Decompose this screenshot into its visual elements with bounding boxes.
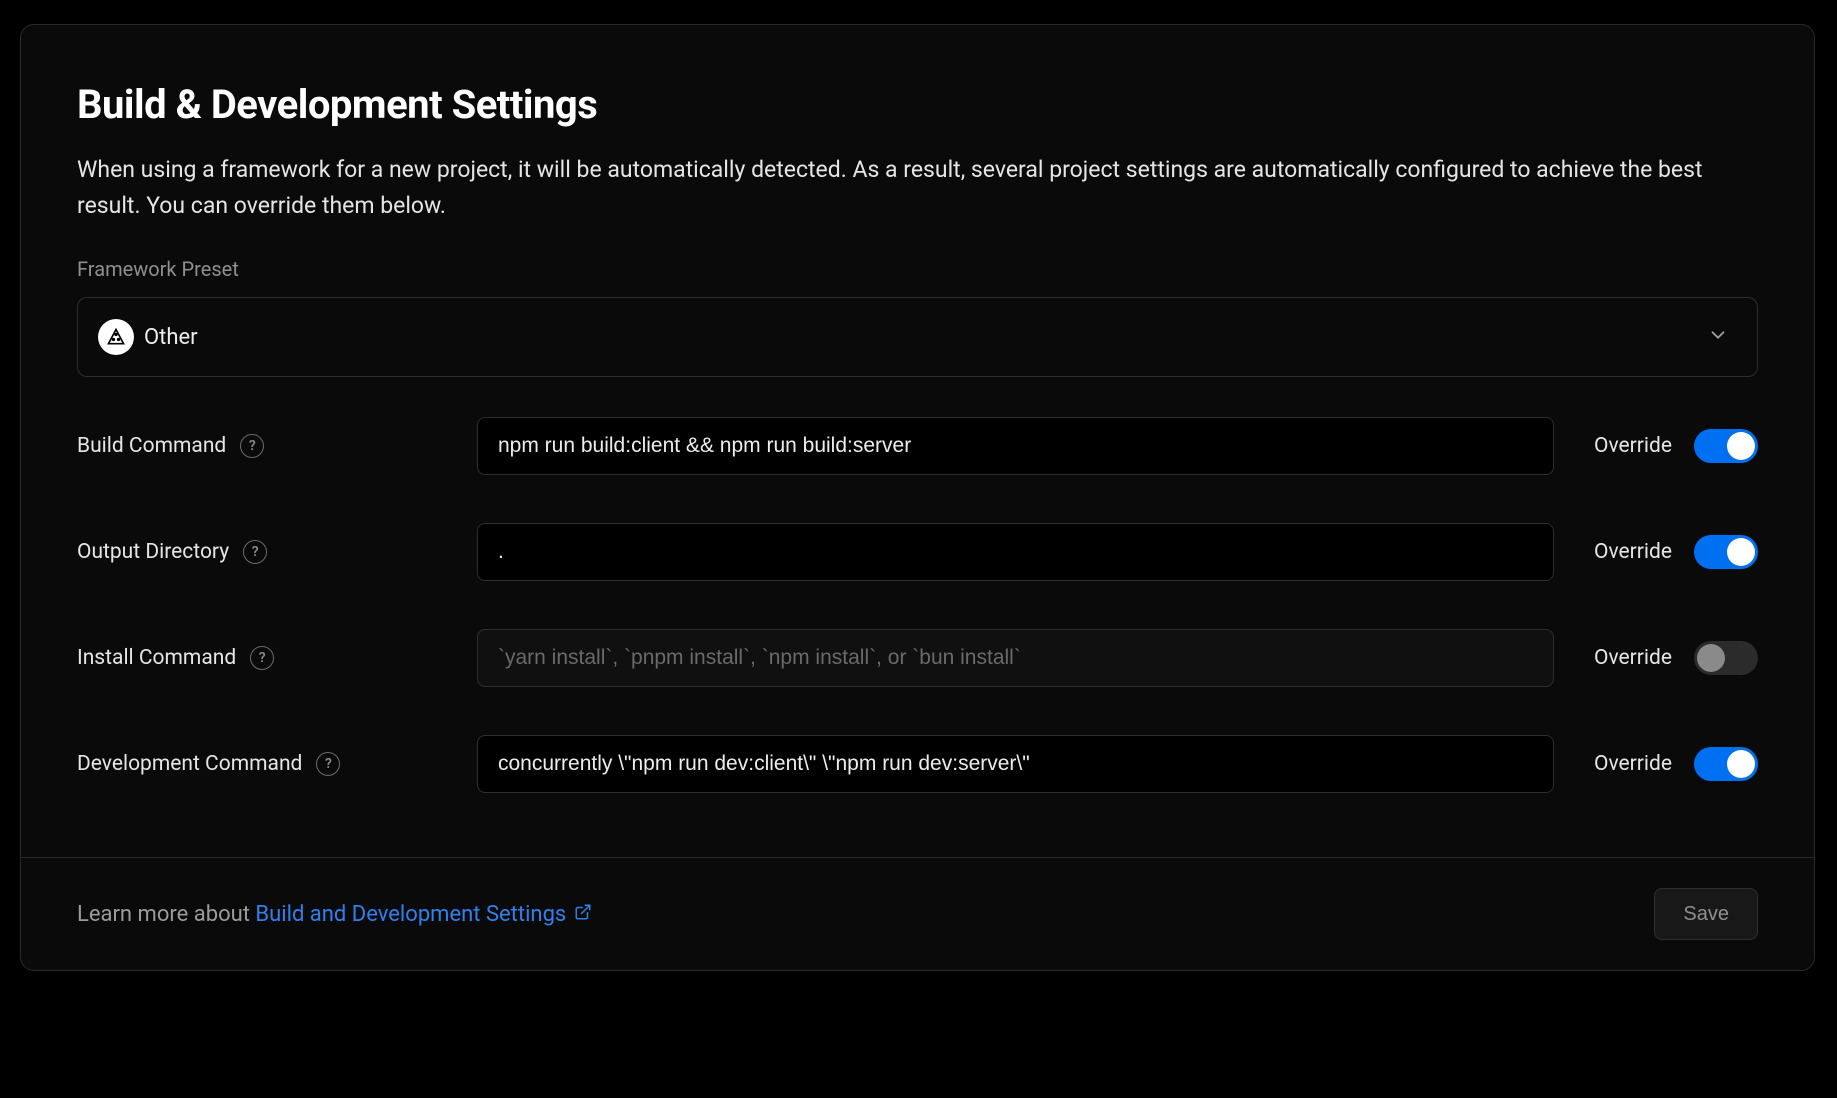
development-command-override-toggle[interactable] — [1694, 747, 1758, 781]
footer-text: Learn more about Build and Development S… — [77, 902, 592, 927]
row-output-directory: Output Directory ? Override — [77, 523, 1758, 581]
override-label: Override — [1594, 646, 1672, 670]
build-command-input-wrap — [477, 417, 1554, 475]
development-command-label-wrap: Development Command ? — [77, 752, 477, 776]
install-command-label: Install Command — [77, 646, 236, 670]
build-command-input[interactable] — [477, 417, 1554, 475]
page-title: Build & Development Settings — [77, 81, 1758, 128]
output-directory-input[interactable] — [477, 523, 1554, 581]
card-footer: Learn more about Build and Development S… — [21, 857, 1814, 970]
settings-rows: Build Command ? Override Output Director… — [77, 417, 1758, 793]
row-install-command: Install Command ? Override — [77, 629, 1758, 687]
output-directory-override: Override — [1594, 535, 1758, 569]
development-command-input[interactable] — [477, 735, 1554, 793]
footer-prefix: Learn more about — [77, 902, 255, 927]
output-directory-override-toggle[interactable] — [1694, 535, 1758, 569]
docs-link-text: Build and Development Settings — [255, 902, 566, 927]
install-command-override-toggle[interactable] — [1694, 641, 1758, 675]
docs-link[interactable]: Build and Development Settings — [255, 902, 592, 927]
page-description: When using a framework for a new project… — [77, 152, 1737, 223]
framework-preset-value: Other — [144, 325, 1707, 350]
install-command-input — [477, 629, 1554, 687]
build-command-label: Build Command — [77, 434, 226, 458]
save-button[interactable]: Save — [1654, 888, 1758, 940]
development-command-input-wrap — [477, 735, 1554, 793]
help-icon[interactable]: ? — [250, 646, 274, 670]
chevron-down-icon — [1707, 324, 1729, 350]
row-development-command: Development Command ? Override — [77, 735, 1758, 793]
install-command-label-wrap: Install Command ? — [77, 646, 477, 670]
external-link-icon — [574, 902, 592, 927]
framework-preset-label: Framework Preset — [77, 257, 1758, 281]
install-command-input-wrap — [477, 629, 1554, 687]
install-command-override: Override — [1594, 641, 1758, 675]
settings-card: Build & Development Settings When using … — [20, 24, 1815, 971]
framework-preset-select[interactable]: Other — [77, 297, 1758, 377]
development-command-override: Override — [1594, 747, 1758, 781]
help-icon[interactable]: ? — [243, 540, 267, 564]
card-body: Build & Development Settings When using … — [21, 25, 1814, 857]
framework-icon — [98, 319, 134, 355]
development-command-label: Development Command — [77, 752, 302, 776]
build-command-override: Override — [1594, 429, 1758, 463]
output-directory-label-wrap: Output Directory ? — [77, 540, 477, 564]
help-icon[interactable]: ? — [240, 434, 264, 458]
row-build-command: Build Command ? Override — [77, 417, 1758, 475]
output-directory-label: Output Directory — [77, 540, 229, 564]
output-directory-input-wrap — [477, 523, 1554, 581]
help-icon[interactable]: ? — [316, 752, 340, 776]
build-command-label-wrap: Build Command ? — [77, 434, 477, 458]
override-label: Override — [1594, 434, 1672, 458]
build-command-override-toggle[interactable] — [1694, 429, 1758, 463]
override-label: Override — [1594, 540, 1672, 564]
override-label: Override — [1594, 752, 1672, 776]
